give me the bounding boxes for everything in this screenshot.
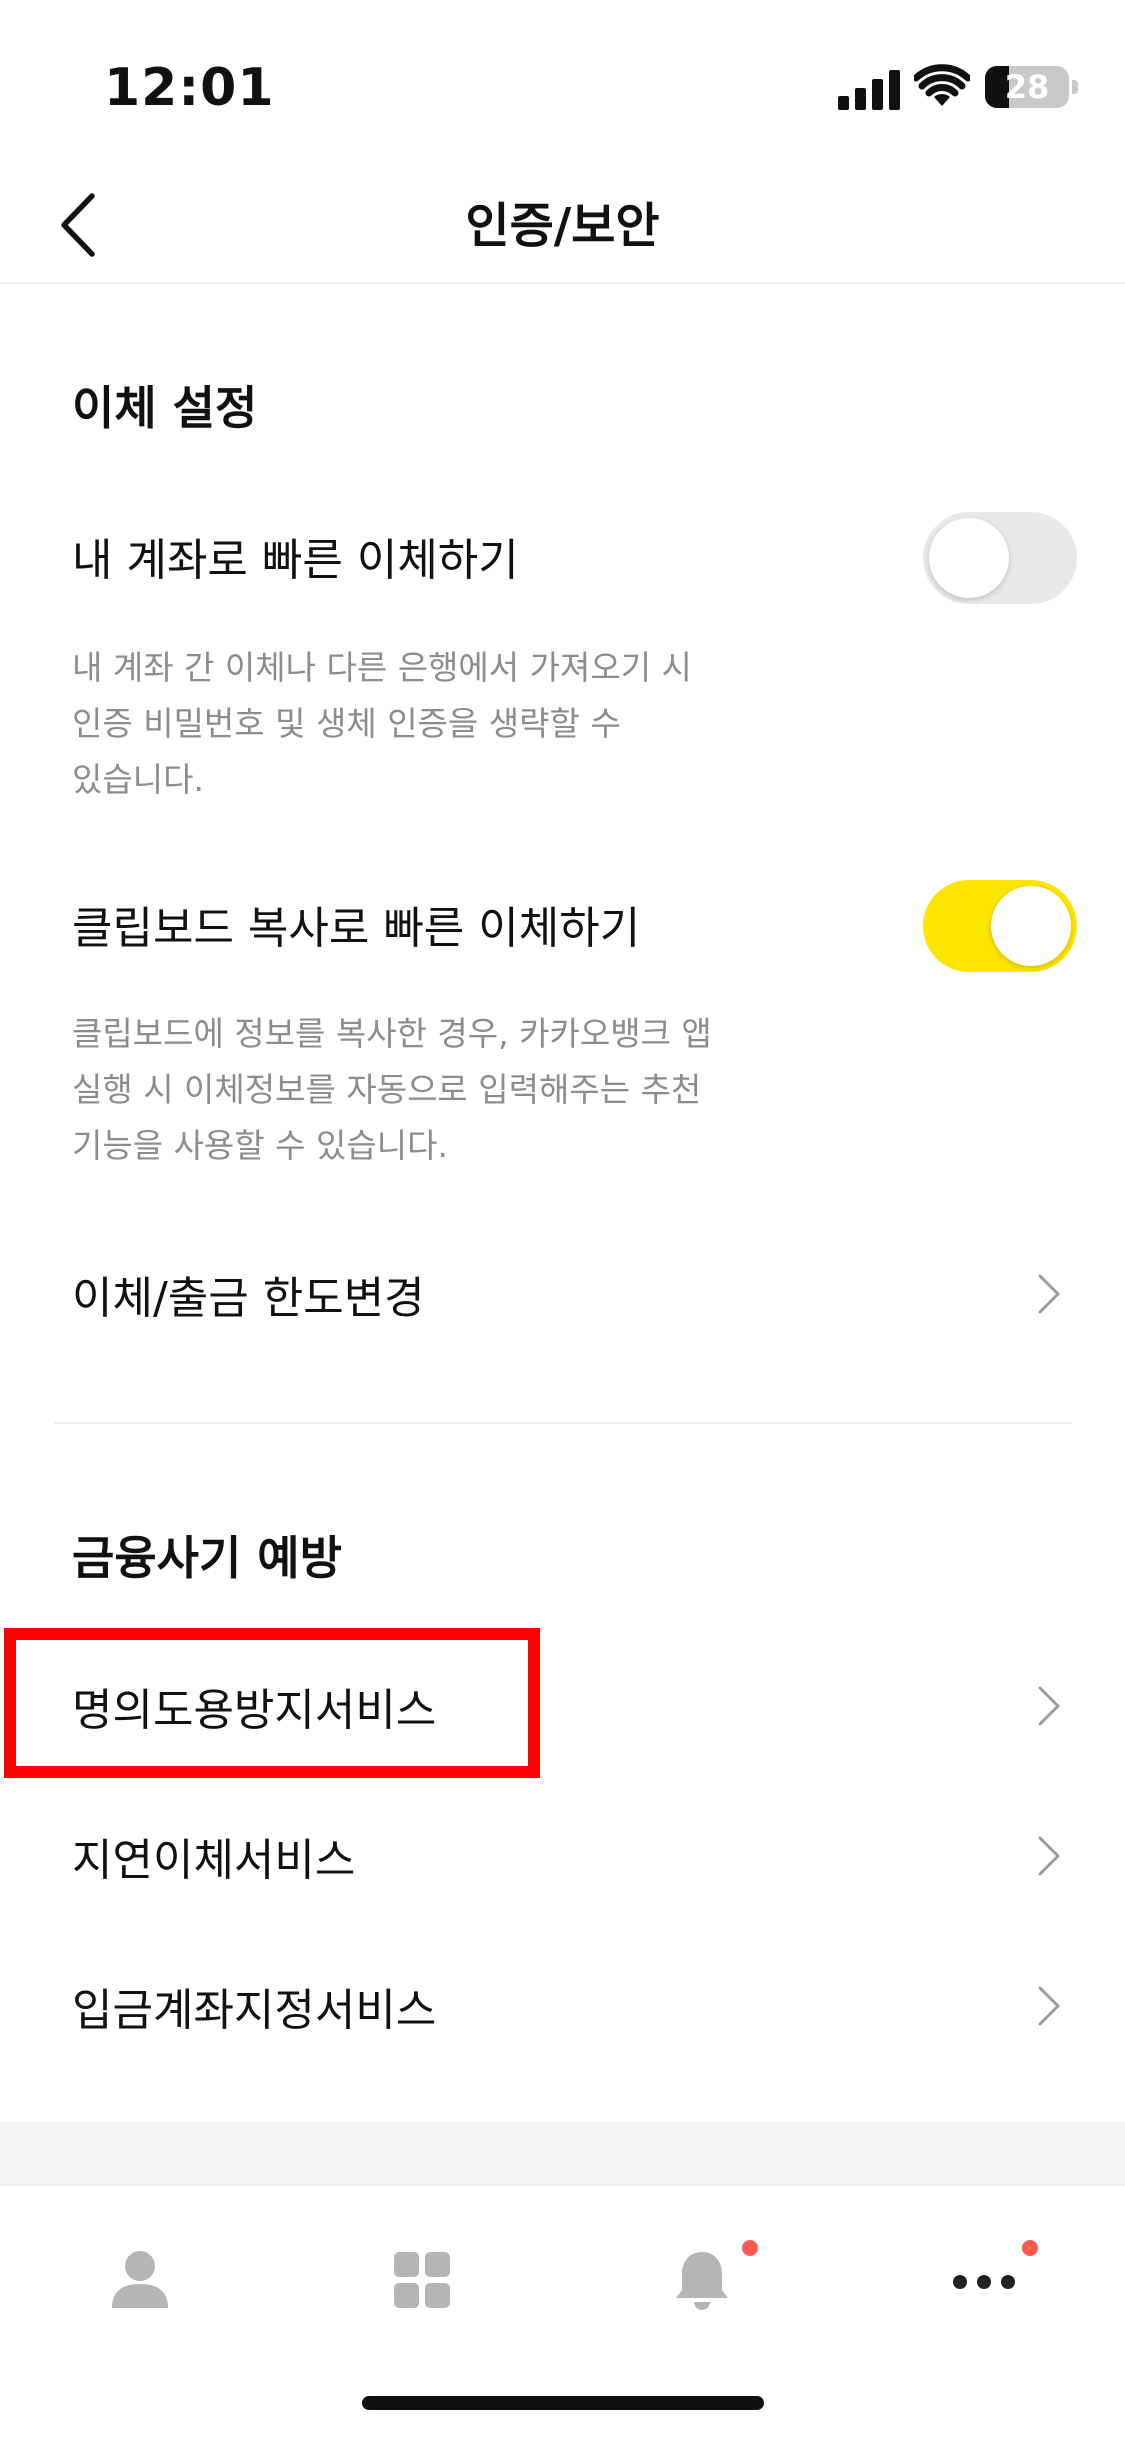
description-line: 클립보드에 정보를 복사한 경우, 카카오뱅크 앱	[72, 1014, 712, 1053]
section-spacer	[0, 2122, 1125, 2184]
tab-profile[interactable]	[80, 2226, 200, 2336]
limit-change-label: 이체/출금 한도변경	[72, 1273, 425, 1324]
description-line: 실행 시 이체정보를 자동으로 입력해주는 추천	[72, 1070, 702, 1109]
battery-indicator: 28	[985, 66, 1069, 108]
more-icon	[953, 2275, 1015, 2289]
tab-more[interactable]	[924, 2226, 1044, 2336]
quick-transfer-own-label: 내 계좌로 빠른 이체하기	[72, 535, 519, 586]
quick-transfer-clipboard-description: 클립보드에 정보를 복사한 경우, 카카오뱅크 앱 실행 시 이체정보를 자동으…	[72, 1006, 752, 1174]
wifi-icon	[914, 64, 970, 106]
description-line: 있습니다.	[72, 760, 204, 799]
deposit-account-designation-label: 입금계좌지정서비스	[72, 1985, 437, 2036]
limit-change-row[interactable]: 이체/출금 한도변경	[0, 1232, 1125, 1352]
section-divider	[54, 1422, 1072, 1424]
bell-icon	[676, 2252, 728, 2310]
description-line: 인증 비밀번호 및 생체 인증을 생략할 수	[72, 704, 621, 743]
tab-notifications[interactable]	[642, 2226, 762, 2336]
grid-icon	[394, 2252, 450, 2308]
person-icon	[112, 2251, 168, 2308]
highlight-box	[4, 1628, 540, 1778]
toggle-knob	[929, 518, 1009, 598]
page-title: 인증/보안	[465, 198, 660, 254]
chevron-right-icon	[1038, 1836, 1060, 1876]
description-line: 내 계좌 간 이체나 다른 은행에서 가져오기 시	[72, 648, 692, 687]
battery-level: 28	[1004, 68, 1050, 106]
section-title-fraud-prevention: 금융사기 예방	[72, 1531, 342, 1585]
more-badge	[1022, 2240, 1038, 2256]
chevron-right-icon	[1038, 1986, 1060, 2026]
toggle-knob	[991, 886, 1071, 966]
nav-bar: 인증/보안	[0, 170, 1125, 284]
quick-transfer-own-toggle[interactable]	[923, 512, 1077, 604]
quick-transfer-clipboard-label: 클립보드 복사로 빠른 이체하기	[72, 903, 641, 954]
notification-badge	[742, 2240, 758, 2256]
section-title-transfer-settings: 이체 설정	[72, 381, 258, 435]
tab-menu[interactable]	[362, 2226, 482, 2336]
status-bar: 12:01 28	[0, 0, 1125, 170]
status-time: 12:01	[104, 58, 275, 118]
delayed-transfer-row[interactable]: 지연이체서비스	[0, 1794, 1125, 1914]
description-line: 기능을 사용할 수 있습니다.	[72, 1126, 448, 1165]
back-button[interactable]	[40, 180, 130, 270]
delayed-transfer-label: 지연이체서비스	[72, 1835, 356, 1886]
battery-tip	[1072, 80, 1078, 94]
cellular-signal-icon	[838, 70, 900, 110]
quick-transfer-clipboard-toggle[interactable]	[923, 880, 1077, 972]
chevron-left-icon	[61, 193, 95, 257]
quick-transfer-own-description: 내 계좌 간 이체나 다른 은행에서 가져오기 시 인증 비밀번호 및 생체 인…	[72, 640, 752, 808]
chevron-right-icon	[1038, 1686, 1060, 1726]
deposit-account-designation-row[interactable]: 입금계좌지정서비스	[0, 1944, 1125, 2064]
home-indicator	[362, 2396, 764, 2410]
chevron-right-icon	[1038, 1274, 1060, 1314]
